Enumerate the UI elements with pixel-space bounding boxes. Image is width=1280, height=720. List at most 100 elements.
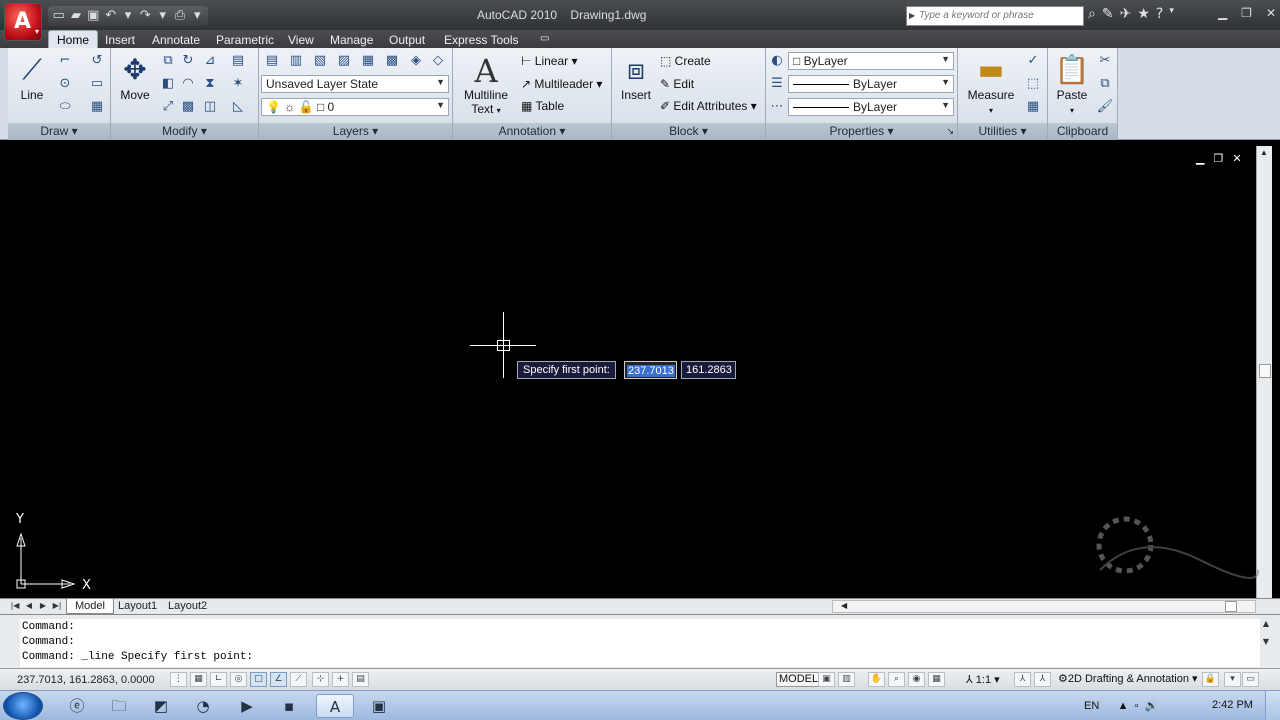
workspace-switcher[interactable]: ⚙2D Drafting & Annotation ▾ [1058, 672, 1198, 688]
media-player-icon[interactable]: ▶ [228, 694, 266, 718]
scroll-thumb[interactable] [1259, 364, 1271, 378]
restore-icon[interactable]: ❐ [1241, 6, 1252, 20]
command-history[interactable]: Command: Command: Command: _line Specify… [20, 619, 1260, 667]
polyline-icon[interactable]: ⌐ [56, 52, 74, 70]
tab-layout1[interactable]: Layout1 [110, 599, 165, 614]
tab-express-tools[interactable]: Express Tools [436, 32, 526, 48]
minimize-icon[interactable]: ▁ [1218, 6, 1227, 20]
network-icon[interactable]: ▫ [1135, 700, 1139, 712]
redo-icon[interactable]: ↷ [139, 8, 152, 24]
auto-scale-icon[interactable]: ⅄ [1034, 672, 1051, 687]
stretch-icon[interactable]: ◧ [159, 75, 177, 93]
layer-match-icon[interactable]: ▧ [311, 52, 329, 70]
coordinate-display[interactable]: 237.7013, 161.2863, 0.0000 [17, 674, 155, 686]
panel-title-utilities[interactable]: Utilities ▾ [958, 123, 1047, 140]
annotation-visibility-icon[interactable]: ⅄ [1014, 672, 1031, 687]
tab-home[interactable]: Home [48, 30, 99, 49]
layer-isolate-icon[interactable]: ▦ [359, 52, 377, 70]
erase-icon[interactable]: ▤ [229, 52, 247, 70]
tab-output[interactable]: Output [381, 32, 433, 48]
command-scrollbar[interactable]: ▲ ▼ [1260, 619, 1272, 655]
panel-title-block[interactable]: Block ▾ [612, 123, 765, 140]
linetype-icon[interactable]: ⋯ [768, 98, 786, 116]
open-file-icon[interactable]: ▰ [69, 8, 82, 24]
arc-icon[interactable]: ↺ [88, 52, 106, 70]
lineweight-dropdown[interactable]: ByLayer ▼ [788, 98, 954, 116]
tray-expand-icon[interactable]: ▲ [1118, 700, 1129, 712]
viewport-minimize-icon[interactable]: ▁ [1196, 152, 1204, 165]
app-icon-3[interactable]: ▪ [270, 694, 308, 718]
object-snap-tracking-icon[interactable]: ∠ [270, 672, 287, 687]
layer-off-icon[interactable]: ◇ [429, 52, 447, 70]
snap-mode-icon[interactable]: ⋮ [170, 672, 187, 687]
line-button[interactable]: ⟋ Line [10, 52, 54, 102]
panel-title-layers[interactable]: Layers ▾ [259, 123, 452, 140]
viewport-close-icon[interactable]: ✕ [1232, 152, 1241, 165]
match-properties-icon[interactable]: ◐ [768, 52, 786, 70]
panel-title-draw[interactable]: Draw ▾ [8, 123, 110, 140]
hatch-icon[interactable]: ▦ [88, 98, 106, 116]
tab-view[interactable]: View [280, 32, 322, 48]
offset-icon[interactable]: ◫ [201, 98, 219, 116]
layer-freeze-icon[interactable]: ◈ [407, 52, 425, 70]
table-button[interactable]: ▦ Table [521, 99, 564, 113]
insert-block-button[interactable]: ⧈ Insert [614, 52, 658, 102]
new-file-icon[interactable]: ▭ [52, 8, 65, 24]
color-dropdown[interactable]: □ ByLayer ▼ [788, 52, 954, 70]
calculator-icon[interactable]: ▦ [1024, 98, 1042, 116]
object-snap-icon[interactable]: □ [250, 672, 267, 687]
panel-title-clipboard[interactable]: Clipboard [1048, 123, 1117, 140]
app-icon-1[interactable]: ◩ [142, 694, 180, 718]
lineweight-toggle-icon[interactable]: + [332, 672, 349, 687]
panel-title-annotation[interactable]: Annotation ▾ [453, 123, 611, 140]
measure-button[interactable]: ▬ Measure ▾ [962, 52, 1020, 116]
dynamic-input-icon[interactable]: ⊹ [312, 672, 329, 687]
tab-model[interactable]: Model [66, 599, 114, 614]
tab-insert[interactable]: Insert [97, 32, 143, 48]
showmotion-icon[interactable]: ▦ [928, 672, 945, 687]
layer-states-icon[interactable]: ▥ [287, 52, 305, 70]
explode-icon[interactable]: ✶ [229, 75, 247, 93]
statusbar-menu-icon[interactable]: ▾ [1224, 672, 1241, 687]
zoom-icon[interactable]: ⌕ [888, 672, 905, 687]
help-icon[interactable]: ? [1156, 6, 1163, 22]
multiline-text-button[interactable]: A Multiline Text ▾ [461, 52, 511, 116]
paste-button[interactable]: 📋 Paste ▾ [1050, 52, 1094, 116]
select-all-icon[interactable]: ⬚ [1024, 75, 1042, 93]
help-dropdown-icon[interactable]: ▾ [1169, 6, 1174, 22]
ellipse-icon[interactable]: ⬭ [56, 98, 74, 116]
last-layout-icon[interactable]: ▶| [51, 600, 63, 612]
array-icon[interactable]: ▩ [179, 98, 197, 116]
app-icon-4[interactable]: ▣ [360, 694, 398, 718]
explorer-icon[interactable]: 🗀 [100, 694, 138, 718]
mirror-icon[interactable]: ⧗ [201, 75, 219, 93]
ribbon-minimize-icon[interactable]: ▭ [532, 32, 557, 45]
volume-icon[interactable]: 🔊 [1145, 700, 1159, 712]
linetype-dropdown[interactable]: ByLayer ▼ [788, 75, 954, 93]
ie-icon[interactable]: ⓔ [58, 694, 96, 718]
layer-properties-icon[interactable]: ▤ [263, 52, 281, 70]
model-space-button[interactable]: MODEL [776, 672, 822, 687]
dynamic-ucs-icon[interactable]: ⟋ [290, 672, 307, 687]
clock[interactable]: 2:42 PM [1212, 699, 1253, 711]
linear-dimension-button[interactable]: ⊢ Linear ▾ [521, 54, 578, 68]
save-icon[interactable]: ▣ [87, 8, 100, 24]
layer-state-dropdown[interactable]: Unsaved Layer State ▼ [261, 75, 449, 93]
grid-display-icon[interactable]: ▦ [190, 672, 207, 687]
favorites-icon[interactable]: ★ [1137, 6, 1150, 22]
undo-dropdown-icon[interactable]: ▾ [121, 8, 134, 24]
next-layout-icon[interactable]: ▶ [37, 600, 49, 612]
communication-icon[interactable]: ✈ [1120, 6, 1132, 22]
cut-icon[interactable]: ✂ [1096, 52, 1114, 70]
undo-icon[interactable]: ↶ [104, 8, 117, 24]
steering-wheel-icon[interactable]: ◉ [908, 672, 925, 687]
subscription-icon[interactable]: ✎ [1102, 6, 1114, 22]
fillet-icon[interactable]: ◠ [179, 75, 197, 93]
panel-title-properties[interactable]: Properties ▾ ↘ [766, 123, 957, 140]
dynamic-input-y-field[interactable]: 161.2863 [681, 361, 736, 379]
redo-dropdown-icon[interactable]: ▾ [156, 8, 169, 24]
copy-clip-icon[interactable]: ⧉ [1096, 75, 1114, 93]
tab-layout2[interactable]: Layout2 [160, 599, 215, 614]
layer-unisolate-icon[interactable]: ▩ [383, 52, 401, 70]
layer-previous-icon[interactable]: ▨ [335, 52, 353, 70]
